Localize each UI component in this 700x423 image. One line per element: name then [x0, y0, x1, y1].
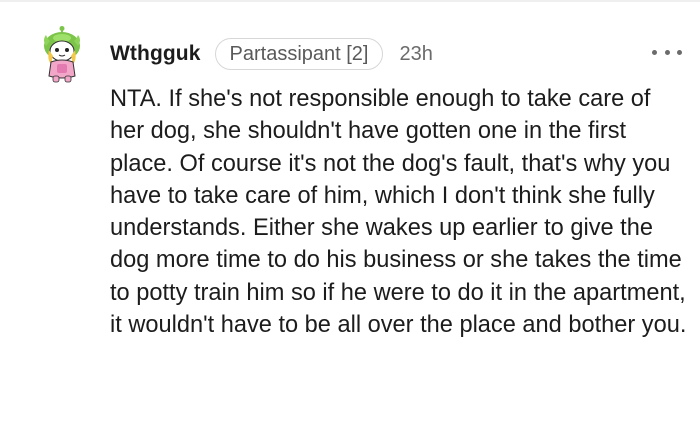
more-dot [652, 49, 657, 55]
more-dot [664, 49, 670, 55]
more-dot [677, 49, 682, 55]
comment-header: Wthgguk Partassipant [2] 23h [110, 36, 433, 72]
snoo-avatar-icon[interactable] [38, 26, 86, 84]
comment: Wthgguk Partassipant [2] 23h NTA. If she… [0, 0, 700, 423]
more-horizontal-icon[interactable] [652, 42, 682, 62]
timestamp[interactable]: 23h [399, 43, 432, 66]
comment-body: NTA. If she's not responsible enough to … [110, 86, 687, 339]
username-link[interactable]: Wthgguk [110, 42, 201, 66]
user-flair-badge: Partassipant [2] [214, 38, 384, 70]
